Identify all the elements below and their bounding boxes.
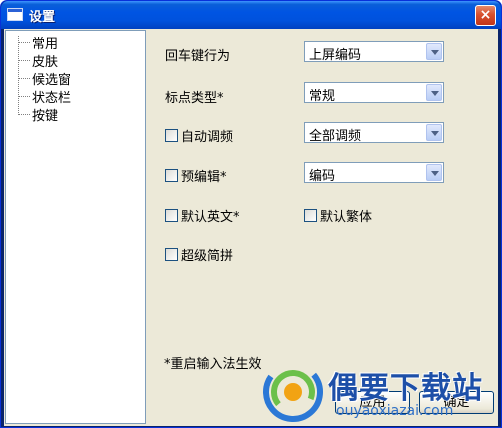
enter-key-value: 上屏编码 [309,48,362,63]
enter-key-select[interactable]: 上屏编码 [304,41,444,63]
window-icon [7,8,23,21]
auto-freq-select[interactable]: 全部调频 [304,122,444,144]
checkbox-box[interactable] [304,209,317,222]
tree-item-general[interactable]: 常用 [18,33,59,52]
tree-item-label: 常用 [32,36,59,52]
enter-key-label: 回车键行为 [165,49,231,64]
chevron-down-icon[interactable] [426,43,442,60]
checkbox-box[interactable] [165,169,178,182]
tree-item-skin[interactable]: 皮肤 [18,51,59,70]
watermark-logo-icon [263,362,323,422]
punct-type-value: 常规 [309,89,336,104]
auto-freq-checkbox[interactable]: 自动调频 [165,126,233,145]
category-tree: 常用 皮肤 候选窗 状态栏 按键 [5,30,146,424]
chevron-down-icon[interactable] [426,164,442,181]
super-jianpin-checkbox[interactable]: 超级简拼 [165,245,233,264]
pre-edit-value: 编码 [309,169,336,184]
tree-item-keys[interactable]: 按键 [18,105,59,124]
pre-edit-label: 预编辑* [181,170,227,185]
checkbox-box[interactable] [165,248,178,261]
tree-item-label: 候选窗 [32,72,72,88]
chevron-down-icon[interactable] [426,84,442,101]
auto-freq-label: 自动调频 [181,130,234,145]
tree-item-label: 状态栏 [32,90,72,106]
default-english-label: 默认英文* [181,210,240,225]
auto-freq-value: 全部调频 [309,129,362,144]
punct-type-label: 标点类型* [165,91,224,106]
watermark-url: ouyaoxiazai.com [336,403,454,419]
watermark-title: 偶要下载站 [328,371,483,406]
tree-item-label: 皮肤 [32,54,59,70]
watermark: 偶要下载站 ouyaoxiazai.com [262,355,500,428]
window-title: 设置 [29,10,56,25]
chevron-down-icon[interactable] [426,124,442,141]
restart-note: *重启输入法生效 [164,357,262,372]
default-traditional-checkbox[interactable]: 默认繁体 [304,206,372,225]
checkbox-box[interactable] [165,129,178,142]
tree-item-label: 按键 [32,108,59,124]
default-traditional-label: 默认繁体 [320,210,373,225]
close-button[interactable]: × [475,5,496,26]
pre-edit-select[interactable]: 编码 [304,162,444,184]
tree-item-status-bar[interactable]: 状态栏 [18,87,72,106]
title-bar[interactable]: 设置 × [1,1,501,29]
punct-type-select[interactable]: 常规 [304,82,444,104]
default-english-checkbox[interactable]: 默认英文* [165,206,240,225]
checkbox-box[interactable] [165,209,178,222]
super-jianpin-label: 超级简拼 [181,249,234,264]
pre-edit-checkbox[interactable]: 预编辑* [165,166,227,185]
tree-item-candidate-window[interactable]: 候选窗 [18,69,72,88]
